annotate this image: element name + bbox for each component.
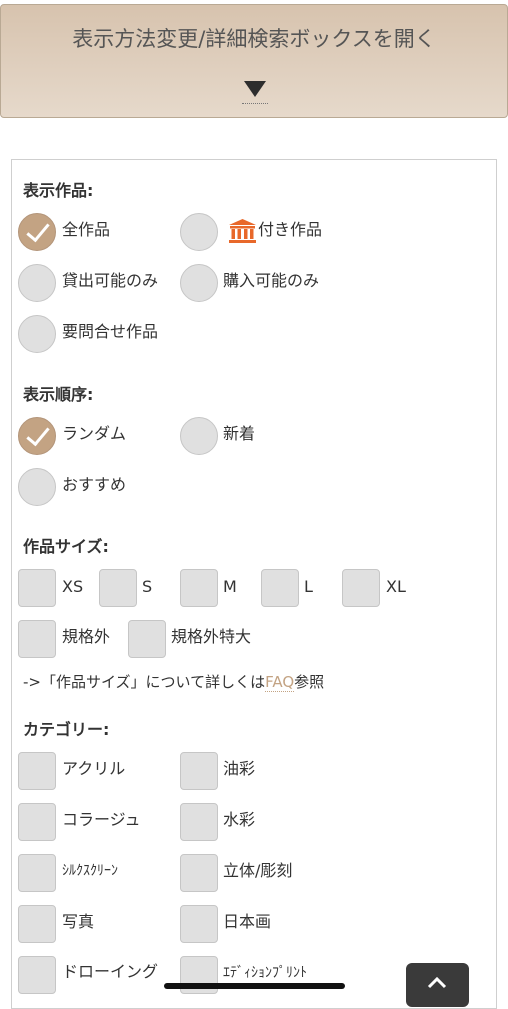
checkbox-size-s-label: S [142, 577, 153, 596]
checkbox-category-collage[interactable] [18, 803, 56, 841]
checkbox-category-collage-label: コラージュ [62, 810, 141, 829]
checkbox-category-nihonga[interactable] [180, 905, 218, 943]
checkbox-category-oil[interactable] [180, 752, 218, 790]
radio-random-label: ランダム [62, 424, 127, 443]
radio-rental-only[interactable] [18, 264, 56, 302]
checkbox-size-l-label: L [304, 577, 313, 596]
checkbox-size-nonstandard-label: 規格外 [62, 627, 111, 646]
checkbox-category-silkscreen[interactable] [18, 854, 56, 892]
radio-random[interactable] [18, 417, 56, 455]
radio-all-works[interactable] [18, 213, 56, 251]
checkbox-category-acrylic[interactable] [18, 752, 56, 790]
checkbox-size-m[interactable] [180, 569, 218, 607]
work-size-heading: 作品サイズ: [23, 537, 109, 556]
museum-icon [229, 219, 256, 243]
divider [242, 103, 268, 104]
size-faq-note-suffix: 参照 [294, 673, 325, 691]
category-heading: カテゴリー: [23, 720, 110, 739]
checkbox-category-acrylic-label: アクリル [62, 759, 126, 778]
radio-purchase-only-label: 購入可能のみ [223, 271, 320, 290]
checkbox-size-s[interactable] [99, 569, 137, 607]
display-order-heading: 表示順序: [23, 385, 94, 404]
checkbox-size-xs[interactable] [18, 569, 56, 607]
radio-purchase-only[interactable] [180, 264, 218, 302]
checkbox-size-xs-label: XS [62, 577, 84, 596]
checkbox-size-nonstandard[interactable] [18, 620, 56, 658]
search-box-toggle-title: 表示方法変更/詳細検索ボックスを開く [72, 27, 436, 51]
checkbox-category-watercolor[interactable] [180, 803, 218, 841]
radio-all-works-label: 全作品 [62, 220, 111, 239]
checkbox-category-sculpture[interactable] [180, 854, 218, 892]
checkbox-category-photo[interactable] [18, 905, 56, 943]
size-faq-note-prefix: ->「作品サイズ」について詳しくは [23, 673, 266, 691]
chevron-up-icon [427, 977, 447, 989]
checkbox-size-xl[interactable] [342, 569, 380, 607]
radio-rental-only-label: 貸出可能のみ [62, 271, 159, 290]
triangle-down-icon [244, 81, 266, 97]
radio-recommended-label: おすすめ [62, 475, 127, 494]
checkbox-size-nonstandard-large[interactable] [128, 620, 166, 658]
checkbox-category-edition-print-label: ｴﾃﾞｨｼｮﾝﾌﾟﾘﾝﾄ [223, 965, 307, 981]
checkbox-category-watercolor-label: 水彩 [223, 810, 256, 829]
radio-recommended[interactable] [18, 468, 56, 506]
checkbox-category-nihonga-label: 日本画 [223, 912, 272, 931]
radio-inquiry-works-label: 要問合せ作品 [62, 322, 159, 341]
size-faq-note: ->「作品サイズ」について詳しくはFAQ参照 [23, 671, 324, 692]
radio-newest[interactable] [180, 417, 218, 455]
radio-newest-label: 新着 [223, 424, 256, 443]
checkbox-size-xl-label: XL [386, 577, 406, 596]
checkbox-size-nonstandard-large-label: 規格外特大 [171, 627, 252, 646]
checkbox-category-silkscreen-label: ｼﾙｸｽｸﾘｰﾝ [62, 863, 118, 879]
checkbox-category-sculpture-label: 立体/彫刻 [223, 861, 293, 880]
checkbox-category-photo-label: 写真 [62, 912, 95, 931]
checkbox-category-drawing-label: ドローイング [62, 962, 159, 981]
display-works-heading: 表示作品: [23, 181, 94, 200]
checkbox-size-l[interactable] [261, 569, 299, 607]
scroll-to-top-button[interactable] [406, 963, 469, 1007]
checkbox-category-oil-label: 油彩 [223, 759, 256, 778]
faq-link[interactable]: FAQ [265, 673, 295, 692]
radio-museum-works-label: 付き作品 [258, 220, 323, 239]
radio-museum-works[interactable] [180, 213, 218, 251]
search-box-toggle[interactable]: 表示方法変更/詳細検索ボックスを開く [0, 4, 508, 118]
home-indicator [164, 983, 345, 989]
checkbox-category-drawing[interactable] [18, 956, 56, 994]
radio-inquiry-works[interactable] [18, 315, 56, 353]
checkbox-size-m-label: M [223, 577, 237, 596]
